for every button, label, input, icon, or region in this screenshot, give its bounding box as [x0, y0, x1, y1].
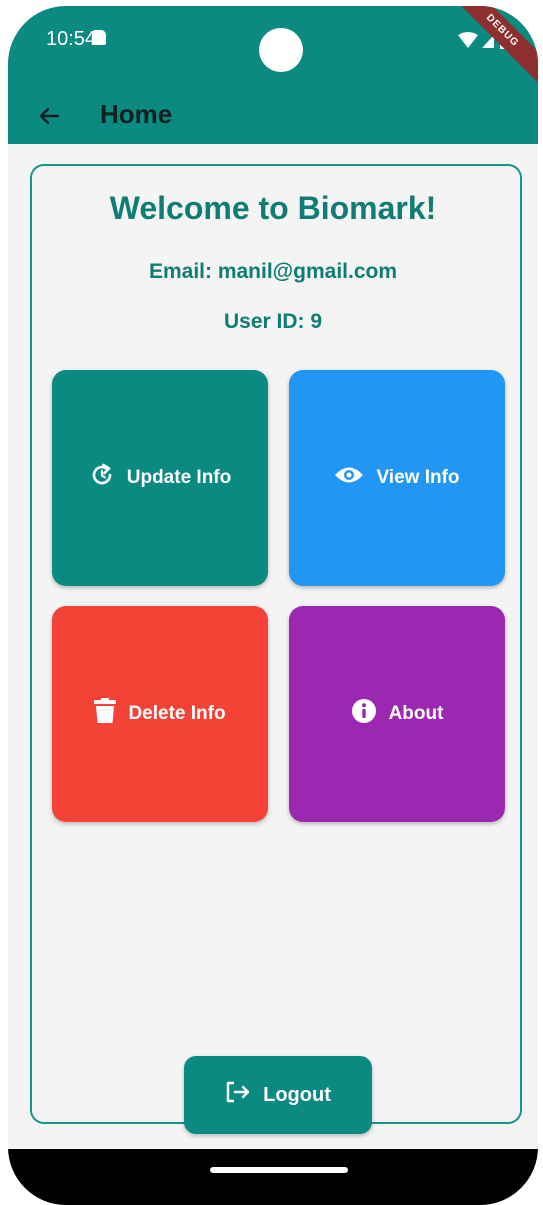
- app-bar: Home: [8, 88, 538, 144]
- update-info-label: Update Info: [126, 467, 232, 488]
- delete-info-label: Delete Info: [128, 703, 226, 724]
- about-button[interactable]: About: [289, 606, 505, 822]
- update-info-button[interactable]: Update Info: [52, 370, 268, 586]
- info-icon: [351, 698, 377, 730]
- camera-cutout: [259, 28, 303, 72]
- user-id: User ID: 9: [223, 310, 323, 333]
- logout-icon: [225, 1080, 251, 1110]
- trash-icon: [94, 698, 117, 730]
- home-gesture-handle[interactable]: [210, 1167, 348, 1173]
- status-bar: 10:54: [8, 6, 538, 88]
- back-arrow-icon[interactable]: [32, 96, 72, 136]
- logout-button[interactable]: Logout: [184, 1056, 372, 1134]
- about-label: About: [388, 703, 444, 724]
- delete-info-button[interactable]: Delete Info: [52, 606, 268, 822]
- view-info-button[interactable]: View Info: [289, 370, 505, 586]
- eye-icon: [334, 464, 364, 492]
- navigation-bar: [8, 1149, 538, 1205]
- status-time: 10:54: [46, 28, 97, 50]
- page-title: Home: [100, 99, 173, 129]
- wifi-icon: [458, 32, 478, 48]
- phone-screen: 10:54 DEBUG Home Welcome to Biomark! Ema…: [8, 6, 538, 1205]
- refresh-icon: [89, 462, 115, 494]
- logout-label: Logout: [263, 1083, 331, 1106]
- sd-card-icon: [93, 30, 106, 45]
- welcome-heading: Welcome to Biomark!: [109, 190, 437, 226]
- user-email: Email: manil@gmail.com: [148, 260, 398, 283]
- view-info-label: View Info: [376, 467, 460, 488]
